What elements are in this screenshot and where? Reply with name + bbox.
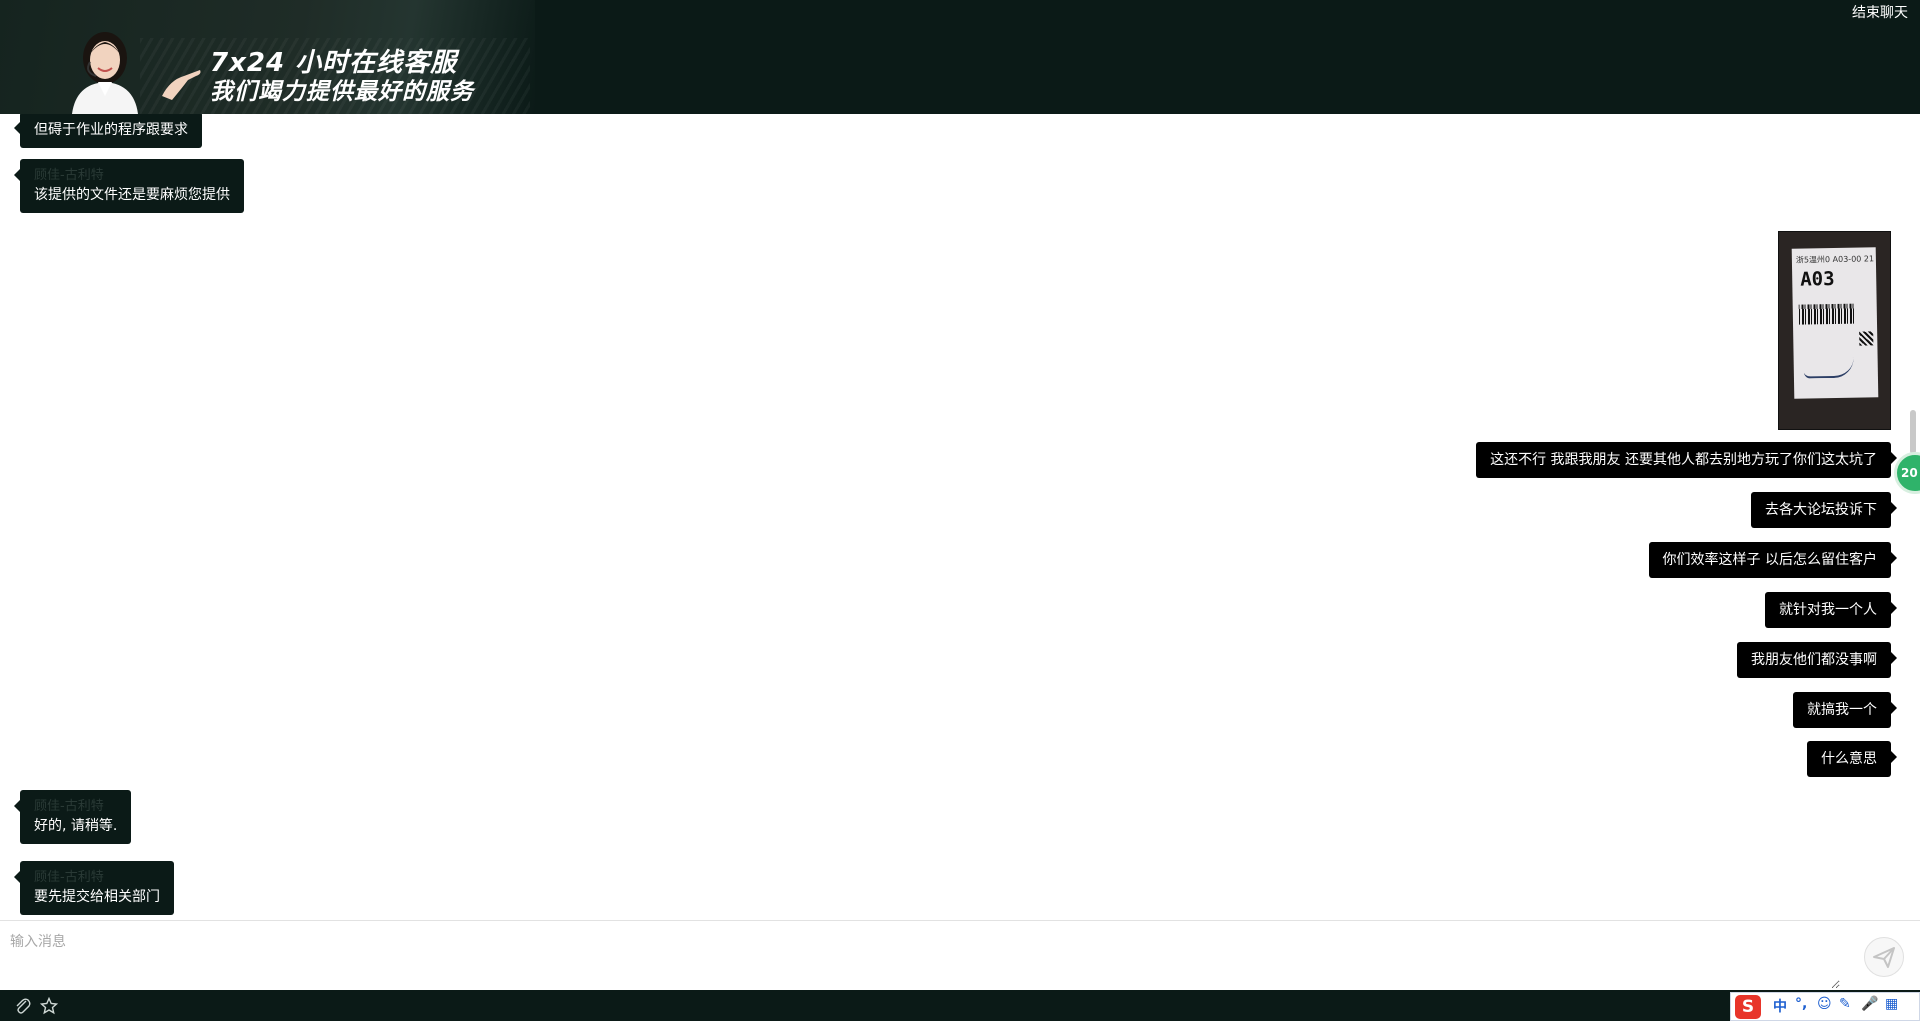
message-text: 好的, 请稍等.: [34, 818, 118, 834]
message-text: 什么意思: [1821, 751, 1877, 767]
message-text: 你们效率这样子 以后怎么留住客户: [1662, 552, 1877, 568]
star-icon[interactable]: [40, 997, 58, 1015]
agent-message: 顾佳-古利特 该提供的文件还是要麻烦您提供: [14, 159, 244, 213]
support-agent-image: [72, 32, 138, 114]
bottom-toolbar: S 中 °, ☺ ✎ 🎤 ▦: [0, 990, 1920, 1021]
ime-punctuation-icon[interactable]: °,: [1795, 996, 1807, 1012]
ime-voice-icon[interactable]: 🎤: [1861, 996, 1878, 1012]
service-banner: 7x24 小时在线客服 我们竭力提供最好的服务: [0, 0, 535, 114]
barcode: [1798, 303, 1856, 325]
ime-emoji-icon[interactable]: ☺: [1817, 996, 1832, 1012]
banner-subtitle: 我们竭力提供最好的服务: [210, 79, 474, 105]
user-message: 我朋友他们都没事啊: [1737, 642, 1897, 678]
user-message: 去各大论坛投诉下: [1751, 492, 1897, 528]
chat-header: 7x24 小时在线客服 我们竭力提供最好的服务 结束聊天: [0, 0, 1920, 114]
message-text: 要先提交给相关部门: [34, 889, 160, 905]
chat-scrollbar[interactable]: [1910, 410, 1916, 454]
message-text: 但碍于作业的程序跟要求: [34, 122, 188, 138]
message-text: 就针对我一个人: [1779, 602, 1877, 618]
message-text: 我朋友他们都没事啊: [1751, 652, 1877, 668]
pointing-hand-icon: [162, 70, 201, 100]
attachment-icon[interactable]: [14, 997, 32, 1015]
agent-message: 顾佳-古利特 要先提交给相关部门: [14, 861, 174, 915]
label-route-text: 浙5温州0 A03-00 21: [1795, 254, 1875, 265]
sender-name: 顾佳-古利特: [34, 168, 104, 183]
message-text: 去各大论坛投诉下: [1765, 502, 1877, 518]
user-message: 就针对我一个人: [1765, 592, 1897, 628]
handwriting-mark: [1803, 357, 1854, 379]
user-image-message[interactable]: 浙5温州0 A03-00 21 A03: [1778, 231, 1891, 430]
send-icon: [1873, 947, 1895, 968]
input-method-bar: S 中 °, ☺ ✎ 🎤 ▦: [1730, 992, 1920, 1021]
shipping-label-photo: 浙5温州0 A03-00 21 A03: [1791, 247, 1879, 399]
floating-badge-widget[interactable]: 20: [1894, 452, 1920, 494]
user-message: 你们效率这样子 以后怎么留住客户: [1648, 542, 1898, 578]
label-code-text: A03: [1800, 268, 1835, 291]
sender-name: 顾佳-古利特: [34, 799, 104, 814]
sender-name: 顾佳-古利特: [34, 870, 104, 885]
ime-language-toggle[interactable]: 中: [1773, 996, 1787, 1016]
user-message: 这还不行 我跟我朋友 还要其他人都去别地方玩了你们这太坑了: [1476, 442, 1897, 478]
user-message: 什么意思: [1807, 741, 1897, 777]
ime-handwrite-icon[interactable]: ✎: [1839, 996, 1851, 1012]
message-composer: [0, 920, 1920, 990]
chat-message-list[interactable]: 但碍于作业的程序跟要求 顾佳-古利特 该提供的文件还是要麻烦您提供 浙5温州0 …: [0, 114, 1920, 920]
message-text: 该提供的文件还是要麻烦您提供: [34, 187, 230, 203]
user-message: 就搞我一个: [1793, 692, 1897, 728]
qr-code: [1859, 331, 1874, 346]
ime-toolbox-icon[interactable]: ▦: [1885, 996, 1898, 1012]
message-text: 就搞我一个: [1807, 702, 1877, 718]
ime-logo-icon[interactable]: S: [1735, 995, 1761, 1019]
message-input[interactable]: [0, 921, 1840, 989]
send-button[interactable]: [1864, 937, 1904, 977]
message-text: 这还不行 我跟我朋友 还要其他人都去别地方玩了你们这太坑了: [1490, 452, 1877, 468]
agent-message: 但碍于作业的程序跟要求: [14, 114, 202, 148]
end-chat-button[interactable]: 结束聊天: [1852, 2, 1908, 22]
agent-message: 顾佳-古利特 好的, 请稍等.: [13, 790, 132, 844]
